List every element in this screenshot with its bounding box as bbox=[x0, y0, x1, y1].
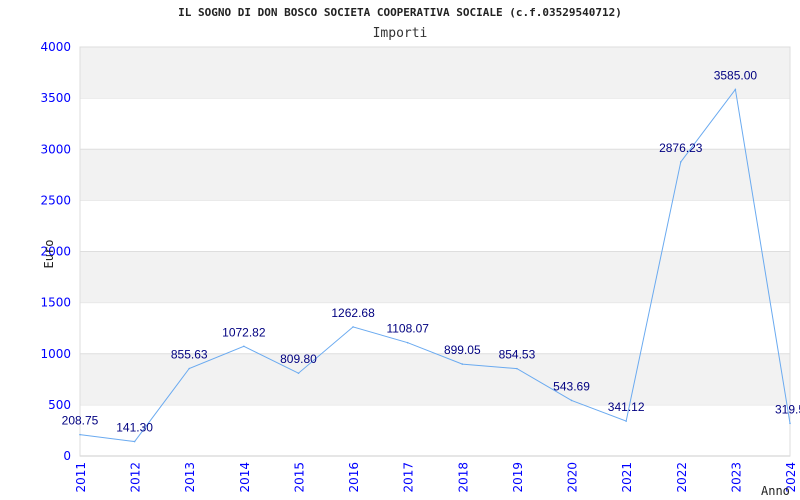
data-point bbox=[625, 420, 627, 422]
data-label: 2876.23 bbox=[659, 141, 703, 155]
x-axis-label: Anno bbox=[761, 484, 790, 498]
grid-band bbox=[80, 47, 790, 99]
x-tick-label: 2015 bbox=[292, 462, 306, 493]
y-tick-label: 1500 bbox=[40, 296, 71, 310]
data-point bbox=[352, 326, 354, 328]
data-label: 319.5 bbox=[775, 402, 800, 416]
data-point bbox=[133, 440, 136, 443]
data-point bbox=[243, 345, 245, 348]
x-tick-label: 2011 bbox=[74, 462, 88, 493]
y-tick-label: 1000 bbox=[40, 347, 71, 361]
grid-band bbox=[80, 251, 790, 303]
x-tick-label: 2022 bbox=[675, 462, 689, 493]
line-chart: IL SOGNO DI DON BOSCO SOCIETA COOPERATIV… bbox=[40, 6, 800, 498]
data-point bbox=[570, 399, 573, 402]
data-label: 854.53 bbox=[499, 348, 536, 362]
y-tick-label: 4000 bbox=[40, 40, 71, 54]
data-point bbox=[297, 372, 300, 374]
y-tick-label: 3000 bbox=[40, 142, 71, 156]
x-tick-label: 2013 bbox=[183, 462, 197, 493]
x-tick-label: 2016 bbox=[347, 462, 361, 493]
data-label: 3585.00 bbox=[714, 68, 758, 82]
data-label: 1108.07 bbox=[386, 322, 429, 336]
data-point bbox=[789, 422, 791, 425]
data-label: 208.75 bbox=[62, 414, 99, 428]
data-point bbox=[461, 363, 464, 365]
x-tick-label: 2019 bbox=[511, 462, 525, 493]
data-point bbox=[406, 341, 409, 344]
data-label: 543.69 bbox=[553, 379, 590, 393]
data-label: 341.12 bbox=[608, 400, 645, 414]
x-tick-label: 2021 bbox=[620, 462, 634, 493]
y-tick-label: 500 bbox=[48, 398, 71, 412]
y-tick-label: 0 bbox=[63, 449, 71, 463]
data-label: 141.30 bbox=[116, 421, 153, 435]
chart-subtitle: Importi bbox=[373, 26, 428, 41]
data-point bbox=[79, 433, 81, 436]
x-tick-label: 2020 bbox=[566, 462, 580, 493]
data-label: 855.63 bbox=[171, 348, 208, 362]
x-tick-label: 2014 bbox=[238, 462, 252, 493]
data-label: 809.80 bbox=[280, 352, 317, 366]
y-tick-label: 2500 bbox=[40, 193, 71, 207]
data-label: 1072.82 bbox=[222, 325, 266, 339]
y-tick-label: 3500 bbox=[40, 91, 71, 105]
x-tick-label: 2017 bbox=[402, 462, 416, 493]
data-label: 899.05 bbox=[444, 343, 481, 357]
x-tick-label: 2012 bbox=[129, 462, 143, 493]
x-tick-label: 2023 bbox=[729, 462, 743, 493]
y-axis-label: Euro bbox=[42, 240, 56, 269]
data-label: 1262.68 bbox=[331, 306, 375, 320]
grid-band bbox=[80, 149, 790, 201]
data-point bbox=[516, 367, 518, 370]
data-point bbox=[679, 161, 682, 163]
x-tick-label: 2018 bbox=[456, 462, 470, 493]
chart-title: IL SOGNO DI DON BOSCO SOCIETA COOPERATIV… bbox=[178, 6, 622, 19]
data-point bbox=[734, 88, 737, 91]
data-point bbox=[188, 367, 191, 370]
